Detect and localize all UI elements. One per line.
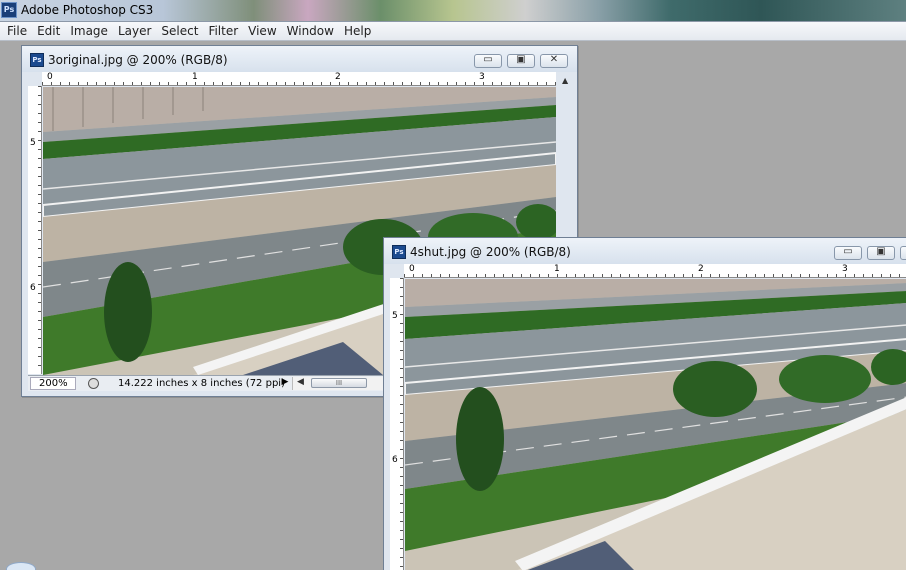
ruler-label: 2 [335,72,341,82]
vertical-ruler[interactable]: 5 6 [390,278,404,570]
ruler-label: 5 [30,138,36,148]
ruler-label: 3 [479,72,485,82]
app-titlebar: Ps Adobe Photoshop CS3 [0,0,906,22]
document-titlebar[interactable]: Ps 3original.jpg @ 200% (RGB/8) ▭ ▣ ✕ [22,46,577,72]
ruler-label: 0 [409,264,415,274]
photoshop-doc-icon: Ps [30,53,44,67]
image-canvas[interactable] [405,279,906,570]
menu-bar: File Edit Image Layer Select Filter View… [0,22,906,41]
zoom-level-field[interactable]: 200% [30,377,76,390]
scroll-left-arrow-icon[interactable]: ◀ [297,377,304,387]
minimize-button[interactable]: ▭ [474,54,502,68]
highway-photo [405,279,906,570]
ruler-label: 6 [392,455,398,465]
photoshop-doc-icon: Ps [392,245,406,259]
menu-select[interactable]: Select [156,24,203,38]
menu-view[interactable]: View [243,24,281,38]
menu-layer[interactable]: Layer [113,24,156,38]
status-info-icon[interactable] [88,378,99,389]
document-size-info: 14.222 inches x 8 inches (72 ppi) [118,378,285,389]
horizontal-ruler[interactable]: 0 1 2 3 [404,264,906,278]
vertical-ruler[interactable]: 5 6 [28,86,42,374]
document-title: 4shut.jpg @ 200% (RGB/8) [410,245,571,259]
status-menu-arrow-icon[interactable]: ▶ [280,377,290,390]
close-button[interactable]: ✕ [540,54,568,68]
document-window-shut[interactable]: Ps 4shut.jpg @ 200% (RGB/8) ▭ ▣ 0 1 2 3 … [383,237,906,570]
horizontal-scrollbar[interactable]: ◀ III [292,377,389,390]
ruler-label: 6 [30,283,36,293]
minimize-icon: ▭ [843,246,853,257]
document-titlebar[interactable]: Ps 4shut.jpg @ 200% (RGB/8) ▭ ▣ [384,238,906,264]
close-button[interactable] [900,246,906,260]
restore-button[interactable]: ▣ [507,54,535,68]
horizontal-ruler[interactable]: 0 1 2 3 [42,72,556,86]
menu-edit[interactable]: Edit [32,24,65,38]
restore-icon: ▣ [516,54,526,65]
ruler-label: 3 [842,264,848,274]
scrollbar-thumb[interactable]: III [311,378,367,388]
menu-window[interactable]: Window [282,24,339,38]
ruler-label: 1 [554,264,560,274]
start-orb-icon[interactable] [6,562,36,570]
restore-button[interactable]: ▣ [867,246,895,260]
restore-icon: ▣ [876,246,886,257]
ruler-label: 5 [392,311,398,321]
menu-filter[interactable]: Filter [203,24,243,38]
ruler-label: 1 [192,72,198,82]
document-title: 3original.jpg @ 200% (RGB/8) [48,53,228,67]
minimize-button[interactable]: ▭ [834,246,862,260]
ruler-label: 0 [47,72,53,82]
status-bar: 200% 14.222 inches x 8 inches (72 ppi) ▶… [28,375,389,391]
menu-help[interactable]: Help [339,24,376,38]
scroll-up-arrow-icon[interactable]: ▲ [562,76,568,85]
ruler-label: 2 [698,264,704,274]
minimize-icon: ▭ [483,54,493,65]
menu-image[interactable]: Image [65,24,113,38]
menu-file[interactable]: File [2,24,32,38]
photoshop-app-icon: Ps [1,2,17,18]
close-icon: ✕ [549,54,559,65]
app-title: Adobe Photoshop CS3 [21,3,154,17]
